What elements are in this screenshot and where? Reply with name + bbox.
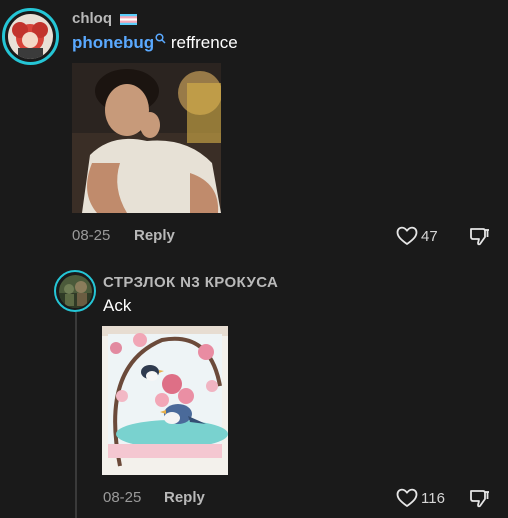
reply-avatar-image	[58, 274, 92, 308]
heart-icon[interactable]	[396, 488, 418, 508]
thread-line	[75, 312, 77, 518]
dislike-icon[interactable]	[469, 488, 490, 509]
like-count: 47	[421, 227, 438, 245]
reply-like-button[interactable]: 116	[396, 488, 445, 508]
mention-text[interactable]: phonebug	[72, 33, 154, 52]
reply-image[interactable]	[102, 326, 228, 475]
avatar[interactable]	[2, 8, 59, 65]
man-photo	[72, 63, 221, 213]
avatar-image	[8, 14, 53, 59]
reply-author[interactable]: СТРЗЛОК N3 КРОКУСА	[103, 274, 278, 291]
comment-image[interactable]	[72, 63, 221, 213]
reply-avatar[interactable]	[54, 270, 96, 312]
reply-reply-button[interactable]: Reply	[164, 489, 205, 506]
comment-author[interactable]: chloq	[72, 10, 138, 27]
reply-text: Ack	[103, 296, 132, 315]
comment-body: phonebug reffrence	[72, 33, 238, 53]
dislike-icon[interactable]	[469, 226, 490, 247]
reply-date: 08-25	[103, 489, 142, 506]
like-button[interactable]: 47	[396, 226, 438, 246]
comment-text: reffrence	[170, 33, 238, 52]
heart-icon[interactable]	[396, 226, 418, 246]
birds-illustration	[102, 326, 228, 475]
search-mention-icon	[155, 33, 166, 44]
username[interactable]: chloq	[72, 10, 112, 27]
reply-button[interactable]: Reply	[134, 227, 175, 244]
mention-link[interactable]: phonebug	[72, 33, 171, 52]
trans-flag-icon	[120, 13, 138, 25]
comment-date: 08-25	[72, 227, 111, 244]
reply-like-count: 116	[421, 489, 445, 507]
